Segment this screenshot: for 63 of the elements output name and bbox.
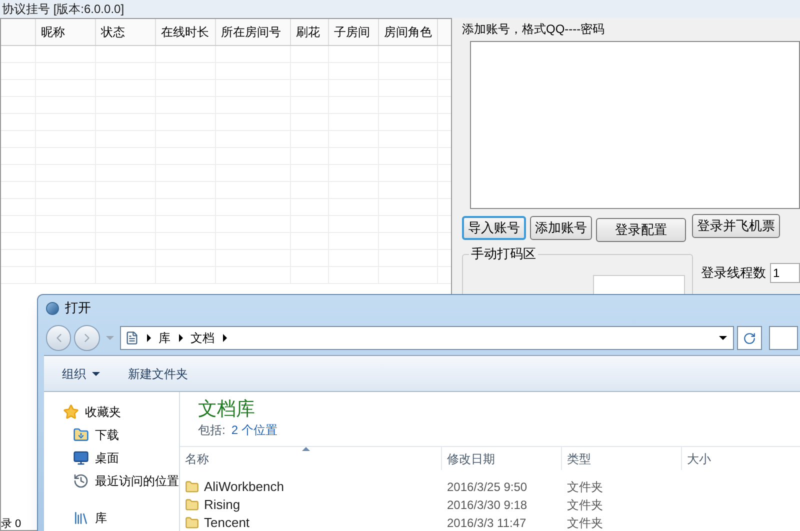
breadcrumb-item[interactable]: 库 [158, 329, 171, 347]
thread-count-label: 登录线程数 [701, 264, 766, 282]
download-folder-icon [73, 426, 89, 442]
folder-icon [185, 498, 199, 512]
action-button[interactable]: 导入账号 [462, 216, 526, 240]
nav-item[interactable]: 收藏夹 [63, 400, 179, 423]
toolbar-button[interactable]: 新建文件夹 [128, 364, 188, 382]
status-text: 录 0 [1, 518, 22, 530]
action-button[interactable]: 登录配置 [596, 218, 686, 242]
file-name[interactable]: AliWorkbench [204, 477, 284, 497]
monitor-icon [73, 450, 89, 466]
library-icon [73, 510, 89, 526]
nav-item[interactable]: 最近访问的位置 [63, 469, 179, 492]
column-header[interactable]: 房间角色 [379, 19, 438, 45]
sort-arrow-icon [302, 447, 310, 451]
breadcrumb-arrow-icon[interactable] [178, 334, 183, 342]
group-title: 手动打码区 [469, 246, 538, 262]
breadcrumb-item[interactable]: 文档 [190, 329, 215, 347]
action-button[interactable]: 添加账号 [530, 216, 592, 240]
search-field[interactable] [768, 326, 798, 350]
organize-menu[interactable]: 组织 [62, 364, 100, 382]
column-header[interactable]: 在线时长 [156, 19, 216, 45]
includes-label: 包括: [198, 422, 226, 438]
folder-icon [185, 516, 199, 530]
file-name[interactable]: Rising [204, 495, 240, 515]
column-header[interactable]: 刷花 [291, 19, 329, 45]
document-icon [124, 331, 139, 345]
file-type: 文件夹 [566, 497, 604, 514]
column-header[interactable]: 子房间 [329, 19, 379, 45]
account-format-label: 添加账号，格式QQ----密码 [462, 21, 606, 37]
nav-item[interactable]: 下载 [63, 423, 179, 446]
file-name[interactable]: Tencent [204, 513, 250, 531]
modified-date: 2016/3/30 9:18 [446, 497, 528, 514]
address-bar[interactable]: 库 文档 [120, 326, 734, 350]
refresh-icon [743, 332, 756, 344]
column-header[interactable]: 修改日期 [442, 447, 562, 470]
modified-date: 2016/3/3 11:47 [446, 515, 528, 531]
locations-link[interactable]: 2 个位置 [231, 422, 278, 438]
thread-count-field[interactable]: 1 [770, 263, 800, 283]
nav-item[interactable]: 桌面 [63, 446, 179, 469]
refresh-button[interactable] [737, 326, 762, 350]
file-type: 文件夹 [566, 479, 604, 496]
column-header[interactable]: 类型 [562, 447, 682, 470]
column-header[interactable]: 所在房间号 [216, 19, 291, 45]
window-title: 协议挂号 [版本:6.0.0.0] [2, 2, 124, 16]
column-header[interactable]: 状态 [96, 19, 156, 45]
file-type: 文件夹 [566, 515, 604, 531]
column-header[interactable]: 大小 [682, 447, 800, 470]
breadcrumb-arrow-icon[interactable] [146, 334, 151, 342]
action-button[interactable]: 登录并飞机票 [692, 214, 780, 238]
column-header[interactable]: 名称 [180, 447, 442, 470]
caret-icon [92, 372, 100, 376]
nav-item[interactable]: 库 [63, 506, 179, 529]
library-title: 文档库 [197, 398, 256, 422]
star-icon [63, 404, 79, 420]
address-dropdown-icon[interactable] [719, 336, 728, 340]
modified-date: 2016/3/25 9:50 [446, 479, 528, 496]
column-header[interactable]: 昵称 [36, 19, 96, 45]
breadcrumb-arrow-icon[interactable] [222, 334, 227, 342]
folder-icon [185, 480, 199, 494]
app-icon [46, 302, 59, 314]
recent-icon [73, 472, 89, 488]
dialog-title: 打开 [65, 299, 91, 318]
